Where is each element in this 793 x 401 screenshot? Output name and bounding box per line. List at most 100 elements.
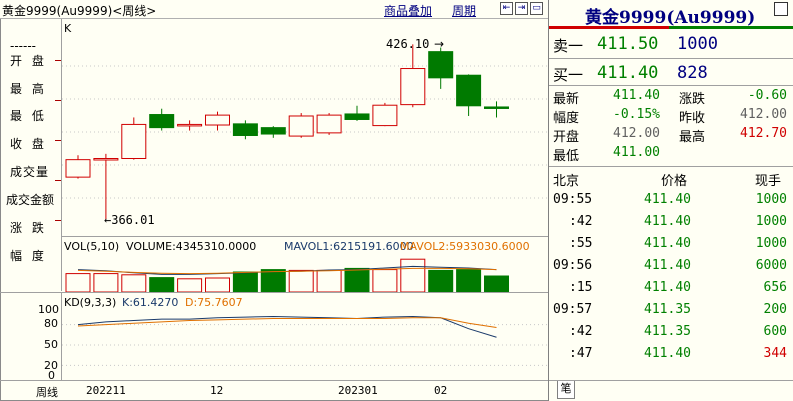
tick-volume: 1000 [755, 214, 787, 229]
price-tick [55, 180, 61, 181]
kd-indicator-label: KD(9,3,3) [64, 296, 116, 309]
time-axis: 周线 202211 12 202301 02 [0, 380, 548, 401]
tick-volume: 200 [763, 302, 787, 317]
vol-indicator-label: VOL(5,10) [64, 240, 119, 253]
sell-volume: 1000 [677, 34, 718, 54]
tick-header-market: 北京 [553, 174, 580, 189]
volume-bar [65, 273, 91, 293]
kd-axis: 100 80 50 20 0 [0, 292, 62, 382]
mavol2-label: MAVOL2:5933030.6000 [400, 240, 530, 253]
x-label-202301: 202301 [338, 384, 378, 397]
overlay-commodity-link[interactable]: 商品叠加 [384, 2, 432, 19]
tick-volume: 6000 [755, 258, 787, 273]
tick-price: 411.40 [644, 192, 691, 207]
kd-k-label: K:61.4270 [122, 296, 178, 309]
volume-bar [372, 269, 398, 293]
candle-body [260, 127, 286, 135]
quote-title: 黄金9999(Au9999) [585, 8, 756, 28]
stat-label: 涨跌 [679, 92, 706, 107]
scroll-right-icon[interactable]: ⇥ [515, 2, 528, 15]
period-corner-label: 周线 [36, 386, 58, 399]
candle-body [456, 74, 482, 107]
kd-chart[interactable]: KD(9,3,3) K:61.4270 D:75.7607 [62, 292, 548, 380]
tick-time: :42 [569, 214, 593, 229]
tick-time: :47 [569, 346, 593, 361]
candle-body [93, 157, 119, 161]
low-annotation: ←366.01 [104, 213, 155, 227]
tick-time: :55 [569, 236, 593, 251]
title-underline-red [549, 26, 669, 29]
tick-price: 411.35 [644, 302, 691, 317]
tick-time: :15 [569, 280, 593, 295]
volume-bar [260, 269, 286, 293]
stat-value: 411.00 [613, 145, 660, 160]
scroll-left-icon[interactable]: ⇤ [500, 2, 513, 15]
tick-time: 09:57 [553, 302, 593, 317]
panel-toggle-icon[interactable] [774, 2, 788, 16]
stat-value: 412.70 [740, 126, 787, 141]
candle-body [344, 113, 370, 120]
tick-volume: 1000 [755, 236, 787, 251]
candlestick-chart[interactable]: K 426.10 → ←366.01 [62, 19, 548, 235]
tick-volume: 1000 [755, 192, 787, 207]
candle-body [65, 159, 91, 178]
tick-volume: 600 [763, 324, 787, 339]
candle-body [232, 123, 258, 136]
left-info-column: ------ 开 盘 最 高 最 低 收 盘 成交量 成交金额 涨 跌 幅 度 [0, 19, 62, 291]
vol-value-label: VOLUME:4345310.0000 [126, 240, 256, 253]
period-link[interactable]: 周期 [452, 2, 476, 19]
kd-d-line [77, 317, 497, 328]
candle-body [316, 114, 342, 134]
volume-bar [232, 271, 258, 293]
change-label: 涨 跌 [10, 221, 47, 235]
volume-bar [400, 258, 426, 293]
candle-body [288, 115, 314, 137]
stat-label: 最高 [679, 130, 706, 145]
candle-body [121, 123, 147, 159]
mavol1-label: MAVOL1:6215191.6000 [284, 240, 414, 253]
tab-ticks[interactable]: 笔 [557, 381, 575, 399]
price-tick [55, 60, 61, 61]
candle-body [149, 114, 175, 129]
restore-icon[interactable]: ▭ [530, 2, 543, 15]
tick-price: 411.40 [644, 346, 691, 361]
tick-price: 411.40 [644, 236, 691, 251]
buy-label: 买一 [553, 66, 584, 84]
kd-svg: KD(9,3,3) K:61.4270 D:75.7607 [62, 296, 548, 366]
volume-svg: VOL(5,10) VOLUME:4345310.0000 MAVOL1:621… [64, 240, 530, 293]
tick-header-price: 价格 [661, 174, 688, 189]
stat-label: 开盘 [553, 130, 580, 145]
sell-price: 411.50 [597, 34, 659, 54]
tick-time: :42 [569, 324, 593, 339]
candle-body [205, 114, 230, 126]
stat-label: 幅度 [553, 111, 580, 126]
stat-value: 411.40 [613, 88, 660, 103]
candle-body [400, 68, 426, 106]
quote-panel: 黄金9999(Au9999) 卖一 411.50 1000 买一 411.40 … [548, 0, 793, 401]
candle-body [177, 123, 203, 127]
x-label-12: 12 [210, 384, 224, 397]
tick-price: 411.40 [644, 214, 691, 229]
price-tick [55, 100, 61, 101]
volume-bar [344, 267, 370, 293]
tick-time: 09:56 [553, 258, 593, 273]
volume-bar [288, 269, 314, 293]
kd-tick-80: 80 [44, 317, 58, 330]
tick-volume: 344 [763, 346, 787, 361]
volume-bar [456, 269, 482, 293]
volume-chart[interactable]: VOL(5,10) VOLUME:4345310.0000 MAVOL1:621… [62, 236, 548, 293]
candlestick-svg: K 426.10 → ←366.01 [62, 22, 548, 227]
volume-label: 成交量 [10, 165, 50, 179]
chart-title-bar: 黄金9999(Au9999)<周线> 商品叠加 周期 ⇤ ⇥ ▭ [0, 0, 548, 19]
buy-volume: 828 [677, 63, 708, 83]
candle-body [372, 104, 398, 127]
low-label: 最 低 [10, 109, 47, 123]
kd-tick-100: 100 [38, 303, 59, 316]
volume-bar [316, 269, 342, 293]
stat-label: 最低 [553, 149, 580, 164]
high-arrow-icon: → [434, 37, 444, 51]
stat-value: -0.60 [747, 88, 787, 103]
range-label: 幅 度 [10, 249, 47, 263]
tick-price: 411.35 [644, 324, 691, 339]
stat-value: 412.00 [613, 126, 660, 141]
